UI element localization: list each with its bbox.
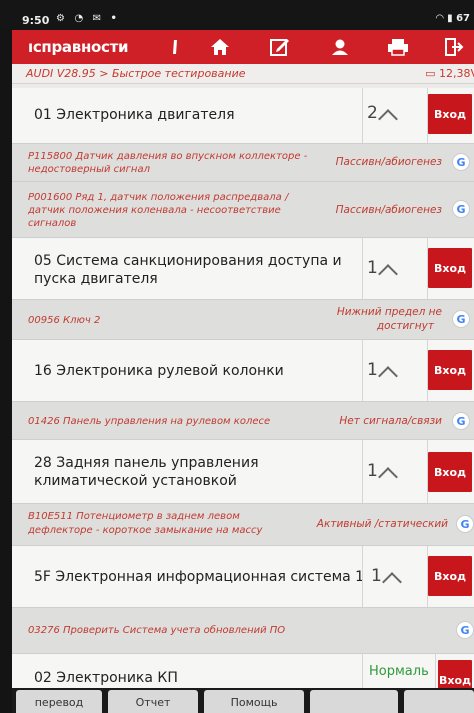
system-row[interactable]: 05 Система санкционирования доступа и пу… bbox=[12, 238, 474, 300]
bottom-toolbar: перевод Отчет Помощь bbox=[12, 688, 474, 713]
enter-system-button[interactable]: Вход bbox=[428, 452, 472, 492]
system-row[interactable]: 5F Электронная информационная система 1 … bbox=[12, 546, 474, 608]
battery-icon: ▮ bbox=[447, 13, 453, 24]
enter-system-button[interactable]: Вход bbox=[428, 94, 472, 134]
car-battery-icon: ▭ bbox=[425, 67, 436, 80]
translate-tab[interactable]: перевод bbox=[16, 690, 102, 713]
dtc-status: Активный /статический bbox=[316, 518, 448, 530]
breadcrumb: AUDI V28.95 > Быстрое тестирование ▭ 12,… bbox=[12, 64, 474, 84]
system-name: 28 Задняя панель управления bbox=[34, 455, 259, 471]
toolbar-tab[interactable] bbox=[310, 690, 398, 713]
system-row[interactable]: 28 Задняя панель управления климатическо… bbox=[12, 440, 474, 504]
fault-count-value: 1 bbox=[367, 461, 378, 481]
dtc-text-line: датчик положения коленвала - несоответст… bbox=[28, 205, 281, 216]
battery-level: 67 bbox=[456, 13, 470, 24]
dtc-text-line: P115800 Датчик давления во впускном колл… bbox=[28, 151, 308, 162]
system-status: Нормаль bbox=[369, 664, 429, 679]
cursor-icon[interactable] bbox=[158, 34, 194, 60]
fault-count[interactable]: 1 bbox=[362, 238, 428, 299]
help-tab[interactable]: Помощь bbox=[204, 690, 304, 713]
exit-icon[interactable] bbox=[436, 34, 472, 60]
system-row[interactable]: 01 Электроника двигателя 2 Вход bbox=[12, 88, 474, 144]
chevron-up-icon bbox=[378, 264, 398, 284]
dtc-text-line: P001600 Ряд 1, датчик положения распредв… bbox=[28, 192, 289, 203]
dtc-text-line: 01426 Панель управления на рулевом колес… bbox=[28, 416, 271, 427]
breadcrumb-path: AUDI V28.95 > Быстрое тестирование bbox=[26, 67, 246, 80]
system-name: 16 Электроника рулевой колонки bbox=[34, 363, 284, 379]
fault-count[interactable]: 2 bbox=[362, 88, 428, 143]
fault-count-value: 1 bbox=[371, 566, 382, 586]
chevron-up-icon bbox=[378, 467, 398, 487]
fault-count-value: 1 bbox=[367, 258, 378, 278]
status-right: ◠ ▮ 67 bbox=[436, 13, 470, 24]
dtc-row: 00956 Ключ 2 Нижний предел не достигнут … bbox=[12, 300, 474, 340]
fault-count[interactable]: 1 bbox=[362, 340, 428, 401]
enter-system-button[interactable]: Вход bbox=[428, 248, 472, 288]
chevron-up-icon bbox=[378, 109, 398, 129]
edit-report-icon[interactable] bbox=[262, 34, 298, 60]
fault-count-value: 1 bbox=[367, 360, 378, 380]
google-search-icon[interactable]: G bbox=[456, 515, 474, 533]
report-tab[interactable]: Отчет bbox=[108, 690, 198, 713]
battery-voltage: ▭ 12,38V bbox=[425, 67, 474, 80]
system-name: 05 Система санкционирования доступа и bbox=[34, 253, 342, 269]
fault-count[interactable]: 1 bbox=[362, 440, 428, 503]
dtc-text-line: B10E511 Потенциометр в заднем левом bbox=[28, 511, 240, 522]
print-icon[interactable] bbox=[380, 34, 416, 60]
dtc-row: P115800 Датчик давления во впускном колл… bbox=[12, 144, 474, 182]
system-name: 5F Электронная информационная система 1 bbox=[34, 569, 365, 585]
dtc-text-line: дефлекторе - короткое замыкание на массу bbox=[28, 525, 263, 536]
toolbar-tab[interactable] bbox=[404, 690, 474, 713]
enter-system-button[interactable]: Вход bbox=[428, 350, 472, 390]
dtc-text-line: недостоверный сигнал bbox=[28, 164, 150, 175]
status-bar: 9:50 ⚙ ◔ ✉ • ◠ ▮ 67 bbox=[0, 0, 474, 30]
user-icon[interactable] bbox=[322, 34, 358, 60]
system-name: пуска двигателя bbox=[34, 271, 158, 287]
dtc-status: Нет сигнала/связи bbox=[339, 415, 442, 427]
dtc-status: Пассивн/абиогенез bbox=[335, 156, 442, 168]
dtc-row: 03276 Проверить Система учета обновлений… bbox=[12, 608, 474, 654]
google-search-icon[interactable]: G bbox=[452, 200, 470, 218]
enter-system-button[interactable]: Вход bbox=[428, 556, 472, 596]
system-row[interactable]: 16 Электроника рулевой колонки 1 Вход bbox=[12, 340, 474, 402]
google-search-icon[interactable]: G bbox=[452, 412, 470, 430]
wifi-icon: ◠ bbox=[435, 13, 444, 24]
notification-icons: ⚙ ◔ ✉ • bbox=[56, 13, 120, 24]
dtc-status: Нижний предел не bbox=[336, 306, 442, 318]
voltage-value: 12,38V bbox=[438, 67, 474, 80]
dtc-row: P001600 Ряд 1, датчик положения распредв… bbox=[12, 182, 474, 238]
app-header: ıсправности bbox=[12, 30, 474, 64]
chevron-up-icon bbox=[378, 366, 398, 386]
dtc-text-line: сигналов bbox=[28, 218, 77, 229]
google-search-icon[interactable]: G bbox=[456, 621, 474, 639]
google-search-icon[interactable]: G bbox=[452, 153, 470, 171]
status-time: 9:50 bbox=[22, 14, 50, 27]
dtc-text-line: 03276 Проверить Система учета обновлений… bbox=[28, 625, 286, 636]
home-icon[interactable] bbox=[202, 34, 238, 60]
fault-count-value: 2 bbox=[367, 103, 378, 123]
dtc-text-line: 00956 Ключ 2 bbox=[28, 315, 101, 326]
system-name: 02 Электроника КП bbox=[34, 670, 178, 686]
dtc-row: B10E511 Потенциометр в заднем левом дефл… bbox=[12, 504, 474, 546]
dtc-status: Пассивн/абиогенез bbox=[335, 204, 442, 216]
dtc-row: 01426 Панель управления на рулевом колес… bbox=[12, 402, 474, 440]
fault-count[interactable]: 1 bbox=[362, 546, 428, 607]
system-name: климатической установкой bbox=[34, 473, 237, 489]
page-title: ıсправности bbox=[28, 38, 129, 56]
system-name: 01 Электроника двигателя bbox=[34, 107, 235, 123]
dtc-status: достигнут bbox=[376, 320, 434, 332]
chevron-up-icon bbox=[382, 572, 402, 592]
google-search-icon[interactable]: G bbox=[452, 310, 470, 328]
